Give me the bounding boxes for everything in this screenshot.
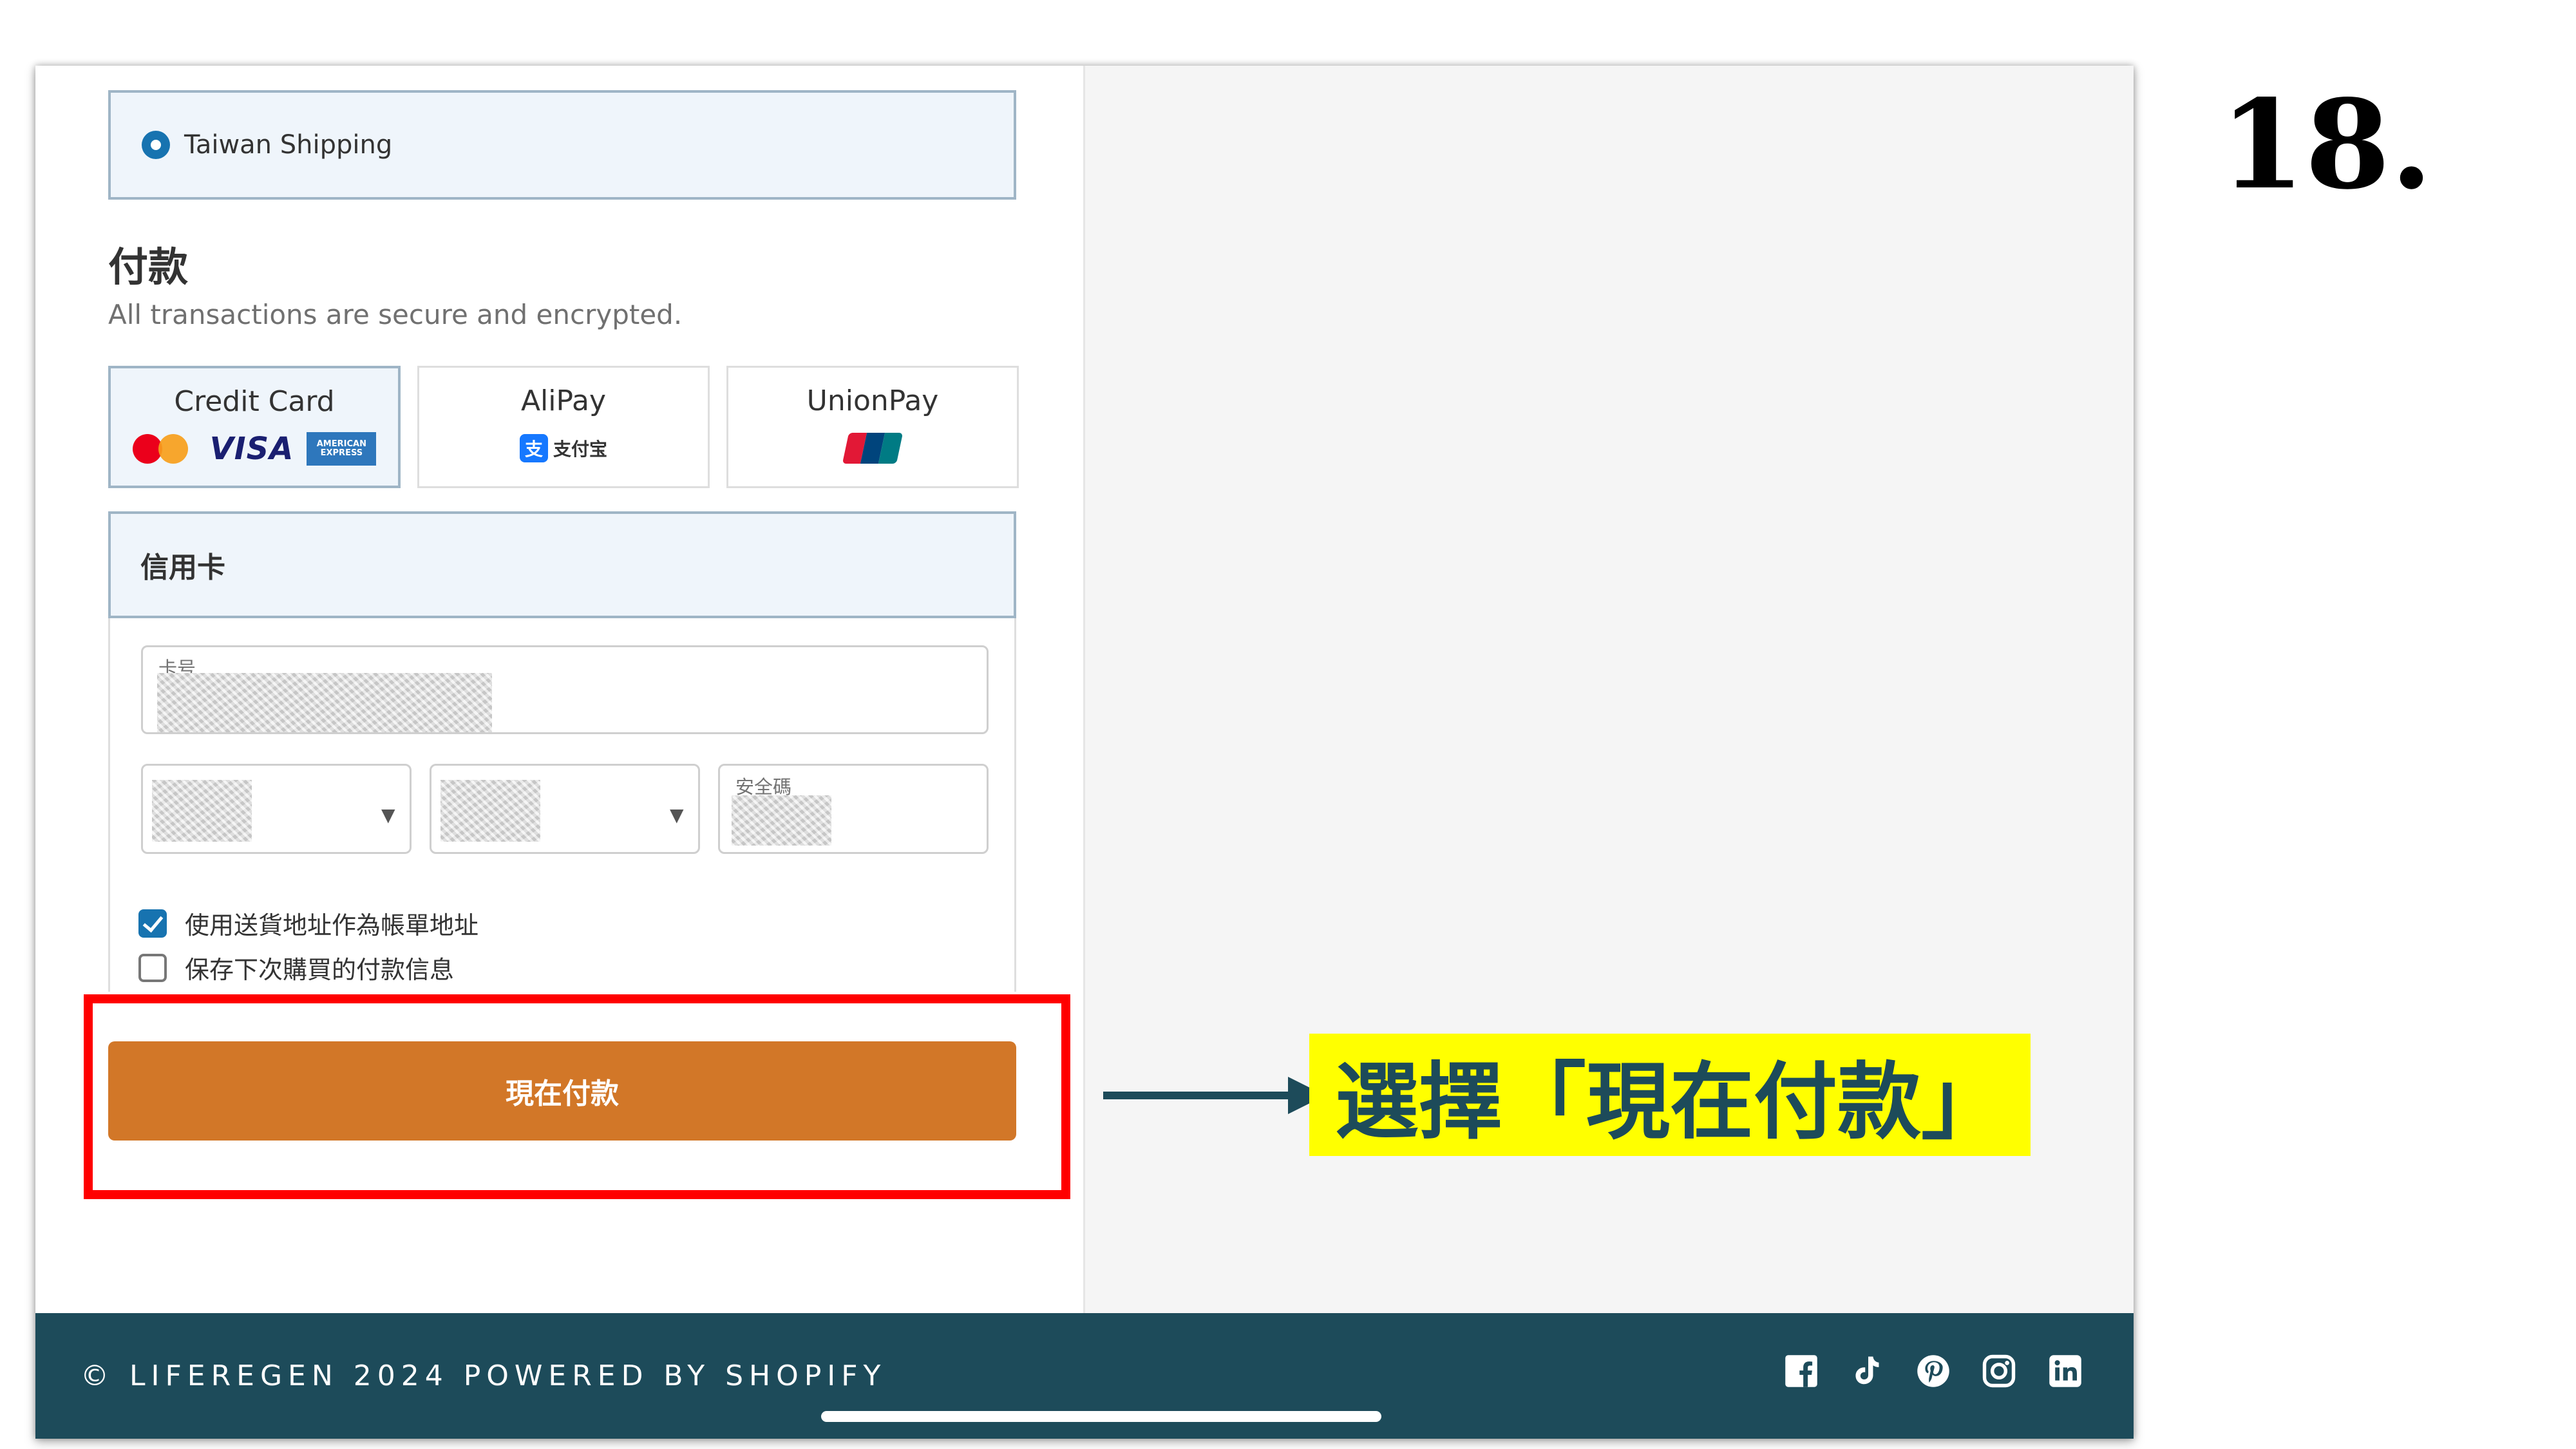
arrow-icon xyxy=(1103,1092,1303,1099)
payment-method-alipay[interactable]: AliPay 支 支付宝 xyxy=(417,366,710,488)
credit-card-header-label: 信用卡 xyxy=(140,551,225,584)
home-indicator xyxy=(821,1411,1381,1422)
checkout-main-column: Taiwan Shipping 付款 All transactions are … xyxy=(35,66,1083,1313)
expiry-month-select[interactable]: ▼ xyxy=(141,764,412,854)
alipay-icon: 支 支付宝 xyxy=(419,431,708,465)
chevron-down-icon: ▼ xyxy=(381,804,395,826)
linkedin-icon[interactable] xyxy=(2048,1354,2083,1388)
redacted-expiry-month xyxy=(152,780,252,842)
instagram-icon[interactable] xyxy=(1982,1354,2016,1388)
payment-method-credit-card[interactable]: Credit Card VISA AMERICAN EXPRESS xyxy=(108,366,401,488)
use-shipping-address-option[interactable]: 使用送貨地址作為帳單地址 xyxy=(138,905,478,941)
payment-security-note: All transactions are secure and encrypte… xyxy=(108,299,683,330)
alipay-logo-mark: 支 xyxy=(519,434,548,462)
credit-card-section-header: 信用卡 xyxy=(108,511,1016,618)
site-footer: © LIFEREGEN 2024 POWERED BY SHOPIFY xyxy=(35,1313,2134,1439)
amex-icon: AMERICAN EXPRESS xyxy=(307,432,377,466)
unionpay-icon xyxy=(842,433,904,464)
save-payment-info-option[interactable]: 保存下次購買的付款信息 xyxy=(138,950,454,985)
save-payment-info-label: 保存下次購買的付款信息 xyxy=(185,956,455,984)
tiktok-icon[interactable] xyxy=(1850,1354,1884,1388)
shipping-radio-selected[interactable] xyxy=(142,131,170,159)
payment-method-label: UnionPay xyxy=(806,384,939,417)
instruction-callout: 選擇「現在付款」 xyxy=(1309,1034,2031,1156)
chevron-down-icon: ▼ xyxy=(670,804,684,826)
visa-icon: VISA xyxy=(209,431,294,467)
payment-method-label: AliPay xyxy=(520,384,607,417)
use-shipping-address-label: 使用送貨地址作為帳單地址 xyxy=(185,911,479,940)
payment-method-unionpay[interactable]: UnionPay xyxy=(726,366,1019,488)
mastercard-icon xyxy=(132,434,188,464)
redacted-card-number xyxy=(157,673,492,732)
security-code-field[interactable]: 安全碼 xyxy=(718,764,989,854)
redacted-security-code xyxy=(732,795,831,846)
shipping-method-option[interactable]: Taiwan Shipping xyxy=(108,90,1016,200)
pinterest-icon[interactable] xyxy=(1916,1354,1951,1388)
payment-section-title: 付款 xyxy=(108,243,189,290)
expiry-year-select[interactable]: ▼ xyxy=(430,764,700,854)
footer-copyright: © LIFEREGEN 2024 POWERED BY SHOPIFY xyxy=(80,1359,887,1392)
checkbox-checked[interactable] xyxy=(138,909,167,938)
facebook-icon[interactable] xyxy=(1784,1354,1819,1388)
card-number-field[interactable]: 卡号 xyxy=(141,645,989,734)
shipping-option-label: Taiwan Shipping xyxy=(184,130,393,160)
payment-method-label: Credit Card xyxy=(174,385,335,418)
pay-now-button[interactable]: 現在付款 xyxy=(108,1041,1016,1141)
alipay-logo-text: 支付宝 xyxy=(553,439,607,460)
step-number: 18. xyxy=(2220,73,2433,216)
checkbox-unchecked[interactable] xyxy=(138,953,167,982)
checkout-screen: Taiwan Shipping 付款 All transactions are … xyxy=(35,66,2134,1439)
redacted-expiry-year xyxy=(440,780,540,842)
